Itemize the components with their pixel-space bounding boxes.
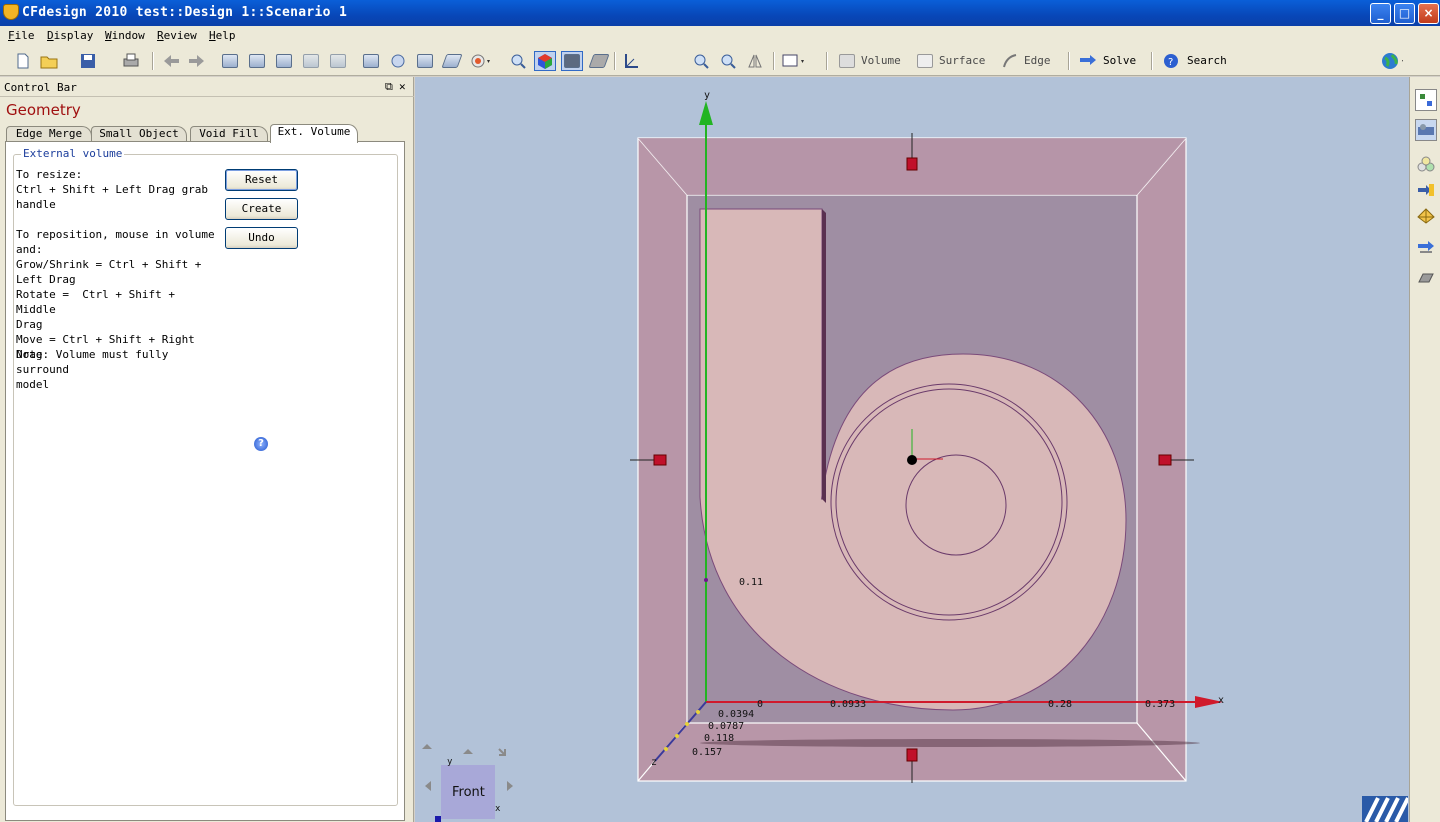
solve-button[interactable]: Solve <box>1103 54 1136 67</box>
external-volume-group-label: External volume <box>21 147 125 160</box>
right-toolbar <box>1409 77 1440 822</box>
z-tick-label: 0.0394 <box>718 709 754 720</box>
create-button[interactable]: Create <box>225 198 298 220</box>
save-icon[interactable] <box>77 51 99 71</box>
design-study-bar-icon[interactable] <box>1415 89 1437 111</box>
tab-edge-merge[interactable]: Edge Merge <box>6 126 92 142</box>
layers-icon[interactable] <box>360 51 382 71</box>
triad-icon[interactable] <box>620 51 642 71</box>
menu-review[interactable]: Review <box>157 29 197 42</box>
view-cube-back-icon[interactable] <box>327 51 349 71</box>
x-tick-label: 0.373 <box>1145 699 1175 710</box>
float-panel-icon[interactable]: ⧉ <box>385 80 393 94</box>
window-layout-icon[interactable] <box>782 51 804 71</box>
tab-void-fill[interactable]: Void Fill <box>190 126 268 142</box>
window-title: CFdesign 2010 test::Design 1::Scenario 1 <box>22 5 348 20</box>
menu-display[interactable]: Display <box>47 29 93 42</box>
window-titlebar: CFdesign 2010 test::Design 1::Scenario 1… <box>0 0 1440 26</box>
back-arrow-icon[interactable] <box>160 51 182 71</box>
x-axis-label: x <box>1218 695 1224 706</box>
z-tick-label: 0.0787 <box>708 721 744 732</box>
outline-view-icon[interactable] <box>561 51 583 71</box>
view-cube-side-icon[interactable] <box>273 51 295 71</box>
surface-selection-label[interactable]: Surface <box>939 54 985 67</box>
main-toolbar: 4▲▼ Volume Surface Edge Solve ? Search ▼ <box>0 46 1440 118</box>
mesh-icon[interactable] <box>1415 205 1437 227</box>
geometry-heading: Geometry <box>6 101 81 119</box>
reset-button[interactable]: Reset <box>225 169 298 191</box>
shaded-view-icon[interactable] <box>534 51 556 71</box>
tab-small-object[interactable]: Small Object <box>91 126 187 142</box>
edge-icon[interactable] <box>999 51 1021 71</box>
view-cube-front-icon[interactable] <box>219 51 241 71</box>
autodesk-logo <box>1362 796 1408 822</box>
menu-bar: File Display Window Review Help <box>0 26 1440 46</box>
surface-icon[interactable] <box>914 51 936 71</box>
y-axis-label: y <box>704 90 710 101</box>
solve-panel-icon[interactable] <box>1415 237 1437 259</box>
volume-note: Note: Volume must fully surround model <box>16 348 169 391</box>
forward-arrow-icon[interactable] <box>186 51 208 71</box>
boundary-conditions-icon[interactable] <box>1415 179 1437 201</box>
results-icon[interactable] <box>1415 267 1437 289</box>
solve-icon[interactable] <box>1077 51 1099 71</box>
z-axis-label: z <box>651 757 657 768</box>
control-bar-title: Control Bar <box>4 81 77 94</box>
x-tick-label: 0.0933 <box>830 699 866 710</box>
z-tick-label: 0.157 <box>692 747 722 758</box>
open-folder-icon[interactable] <box>38 51 60 71</box>
view-cube-x-label: x <box>495 804 501 814</box>
volume-selection-label[interactable]: Volume <box>861 54 901 67</box>
edge-selection-label[interactable]: Edge <box>1024 54 1051 67</box>
materials-icon[interactable] <box>1415 153 1437 175</box>
control-bar-toggle-icon[interactable] <box>1415 119 1437 141</box>
globe-icon[interactable] <box>1381 51 1403 71</box>
undo-button[interactable]: Undo <box>225 227 298 249</box>
close-button[interactable]: × <box>1418 3 1439 24</box>
menu-file[interactable]: File <box>8 29 35 42</box>
view-cube-navigator[interactable]: Front y x <box>422 744 513 822</box>
minimize-button[interactable]: _ <box>1370 3 1391 24</box>
x-tick-label: 0 <box>757 699 763 710</box>
search-label: Search <box>1187 54 1227 67</box>
zoom-in-icon[interactable] <box>690 51 712 71</box>
volume-icon[interactable] <box>836 51 858 71</box>
rotate-icon[interactable] <box>387 51 409 71</box>
app-logo-icon <box>3 4 19 20</box>
3d-viewport[interactable]: y x z 0.11 0 0.0933 0.28 0.373 0.0394 0.… <box>415 77 1409 822</box>
control-bar-header: Control Bar ⧉ ✕ <box>0 77 414 97</box>
menu-window[interactable]: Window <box>105 29 145 42</box>
y-tick-label: 0.11 <box>739 577 763 588</box>
zoom-region-icon[interactable] <box>507 51 529 71</box>
reposition-instructions: To reposition, mouse in volume and: Grow… <box>16 228 215 361</box>
help-circle-icon[interactable]: ? <box>1160 51 1182 71</box>
close-panel-icon[interactable]: ✕ <box>399 80 406 93</box>
new-file-icon[interactable] <box>12 51 34 71</box>
help-icon[interactable]: ? <box>254 437 268 451</box>
maximize-button[interactable]: □ <box>1394 3 1415 24</box>
svg-text:?: ? <box>1168 57 1173 68</box>
view-cube-top-icon[interactable] <box>246 51 268 71</box>
material-icon[interactable] <box>588 51 610 71</box>
pan-icon[interactable] <box>441 51 463 71</box>
z-tick-label: 0.118 <box>704 733 734 744</box>
control-bar-panel: Control Bar ⧉ ✕ Geometry Edge Merge Smal… <box>0 77 414 822</box>
menu-help[interactable]: Help <box>209 29 236 42</box>
view-cube-face-label[interactable]: Front <box>452 785 485 800</box>
x-tick-label: 0.28 <box>1048 699 1072 710</box>
zoom-out-icon[interactable] <box>717 51 739 71</box>
resize-instructions: To resize: Ctrl + Shift + Left Drag grab… <box>16 168 209 211</box>
view-cube-y-label: y <box>447 757 453 767</box>
mirror-icon[interactable] <box>744 51 766 71</box>
light-icon[interactable] <box>470 51 492 71</box>
fit-view-icon[interactable] <box>414 51 436 71</box>
view-cube-iso-icon[interactable] <box>300 51 322 71</box>
print-icon[interactable] <box>120 51 142 71</box>
tab-ext-volume[interactable]: Ext. Volume <box>270 124 358 143</box>
